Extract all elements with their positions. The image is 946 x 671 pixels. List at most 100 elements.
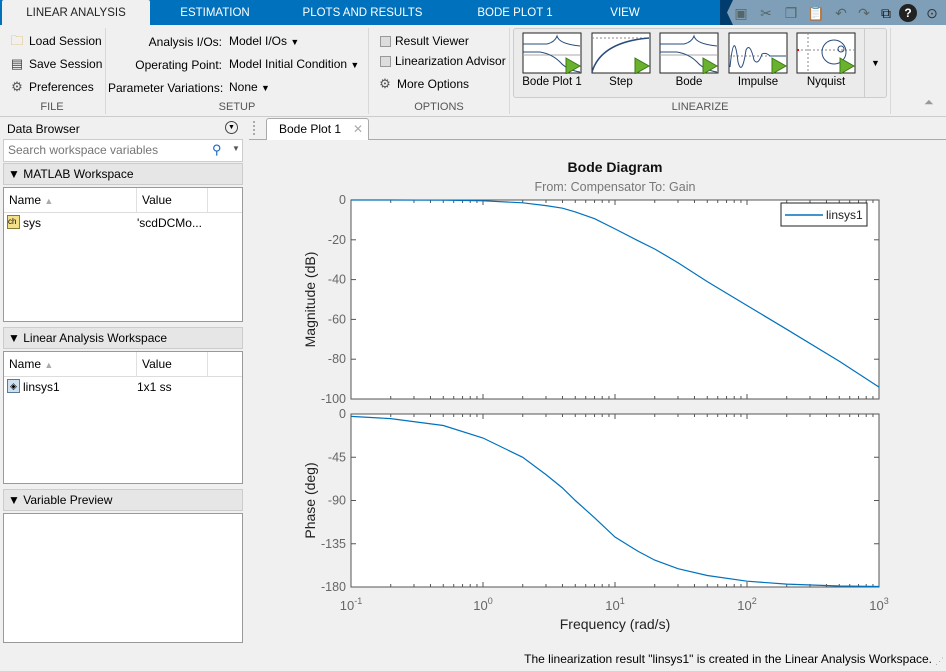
parameter-variations-dropdown[interactable]: None ▼ — [229, 80, 270, 94]
phase-ytick-label: 0 — [339, 407, 346, 421]
menu-icon[interactable]: ⊙ — [923, 4, 941, 22]
matlab-workspace-table: Name ▲ Value ch sys'scdDCMo... — [3, 187, 243, 322]
save-session-button[interactable]: ▤ Save Session — [9, 56, 103, 72]
copy-icon[interactable]: ❐ — [782, 4, 800, 22]
tab-plots-and-results[interactable]: PLOTS AND RESULTS — [290, 0, 435, 25]
tab-linear-analysis[interactable]: LINEAR ANALYSIS — [2, 0, 150, 25]
xtick-base: 10 — [869, 598, 883, 613]
xtick-exponent: 1 — [620, 596, 625, 606]
operating-point-dropdown[interactable]: Model Initial Condition ▼ — [229, 57, 359, 71]
collapse-toolstrip-icon[interactable]: ⏶ — [924, 95, 934, 110]
xtick-label: 103 — [869, 596, 888, 613]
search-field[interactable]: ⚲ ▼ — [3, 139, 243, 162]
variable-preview-title: Variable Preview — [23, 493, 113, 507]
window-icon[interactable]: ⧉ — [877, 4, 895, 22]
gallery-label: Step — [609, 76, 633, 88]
data-browser-title: Data Browser — [7, 122, 80, 136]
gallery-label: Impulse — [737, 76, 779, 88]
tab-bode-plot-1[interactable]: BODE PLOT 1 — [460, 0, 570, 25]
xtick-base: 10 — [737, 598, 751, 613]
sort-asc-icon: ▲ — [44, 196, 54, 206]
column-header-value[interactable]: Value — [137, 188, 208, 213]
chevron-down-icon: ▼ — [261, 83, 270, 93]
gallery-nyquist[interactable]: Nyquist — [794, 32, 858, 96]
matlab-workspace-title: MATLAB Workspace — [23, 167, 134, 181]
search-input[interactable] — [4, 140, 204, 160]
gallery-bode-plot-1[interactable]: Bode Plot 1 — [520, 32, 584, 96]
gallery-label: Bode Plot 1 — [522, 76, 582, 88]
xtick-label: 10-1 — [340, 596, 362, 613]
table-row[interactable]: ◈ linsys1 1x1 ss — [4, 377, 242, 397]
linearization-advisor-checkbox[interactable]: Linearization Advisor — [380, 54, 506, 68]
search-icon[interactable]: ⚲ — [212, 142, 222, 158]
chevron-down-icon[interactable]: ▼ — [232, 144, 240, 153]
linear-analysis-workspace-header[interactable]: ▼ Linear Analysis Workspace — [3, 327, 243, 349]
chart-title: Bode Diagram — [568, 159, 663, 175]
xtick-exponent: 3 — [884, 596, 889, 606]
undo-icon[interactable]: ↶ — [832, 4, 850, 22]
matlab-workspace-header[interactable]: ▼ MATLAB Workspace — [3, 163, 243, 185]
sort-asc-icon: ▲ — [44, 360, 54, 370]
cut-icon[interactable]: ✂ — [757, 4, 775, 22]
xtick-exponent: 0 — [488, 596, 493, 606]
gallery-impulse[interactable]: Impulse — [726, 32, 790, 96]
step-thumbnail-icon — [591, 32, 651, 74]
parameter-variations-value: None — [229, 80, 258, 94]
operating-point-label: Operating Point: — [135, 58, 222, 72]
more-options-button[interactable]: ⚙ More Options — [377, 76, 469, 92]
analysis-ios-dropdown[interactable]: Model I/Os ▼ — [229, 34, 299, 48]
load-session-label: Load Session — [29, 34, 102, 48]
status-message: The linearization result "linsys1" is cr… — [524, 652, 932, 666]
toolstrip: 🗀 Load Session ▤ Save Session ⚙ Preferences… — [0, 25, 946, 117]
section-linearize: LINEARIZE — [671, 101, 729, 113]
tab-estimation[interactable]: ESTIMATION — [160, 0, 270, 25]
column-header-name[interactable]: Name ▲ — [4, 352, 137, 377]
folder-icon: 🗀 — [10, 33, 24, 48]
data-browser-menu-icon[interactable]: ▼ — [225, 121, 238, 134]
xtick-label: 101 — [605, 596, 624, 613]
variable-value: 'scdDCMo... — [137, 216, 202, 230]
column-header-name[interactable]: Name ▲ — [4, 188, 137, 213]
linear-analysis-workspace-title: Linear Analysis Workspace — [23, 331, 168, 345]
analysis-ios-value: Model I/Os — [229, 34, 288, 48]
nyquist-thumbnail-icon — [796, 32, 856, 74]
load-session-button[interactable]: 🗀 Load Session — [9, 33, 102, 49]
linear-analysis-workspace-table: Name ▲ Value ◈ linsys1 1x1 ss — [3, 351, 243, 484]
variable-preview-area — [3, 513, 243, 643]
table-row[interactable]: ch sys 'scdDCMo... — [4, 213, 242, 233]
xtick-base: 10 — [340, 598, 354, 613]
tab-bode-plot-1-document[interactable]: Bode Plot 1 ✕ — [266, 118, 369, 140]
bode-thumbnail-icon — [522, 32, 582, 74]
legend-label-linsys1: linsys1 — [826, 208, 863, 222]
magnitude-ytick-label: -20 — [328, 233, 346, 247]
checkbox-icon — [380, 35, 391, 47]
gallery-step[interactable]: Step — [589, 32, 653, 96]
section-options: OPTIONS — [414, 101, 464, 113]
gallery-expand-button[interactable]: ▼ — [864, 29, 886, 97]
drag-handle[interactable] — [253, 121, 258, 135]
gallery-bode[interactable]: Bode — [657, 32, 721, 96]
save-icon[interactable]: ▣ — [732, 4, 750, 22]
phase-ytick-label: -90 — [328, 494, 346, 508]
close-icon[interactable]: ✕ — [353, 119, 363, 140]
help-icon[interactable]: ? — [899, 4, 917, 22]
tab-view[interactable]: VIEW — [590, 0, 660, 25]
redo-icon[interactable]: ↷ — [855, 4, 873, 22]
status-bar: The linearization result "linsys1" is cr… — [0, 648, 946, 671]
linearization-advisor-label: Linearization Advisor — [395, 54, 506, 68]
variable-preview-header[interactable]: ▼ Variable Preview — [3, 489, 243, 511]
xtick-exponent: -1 — [354, 596, 362, 606]
paste-icon[interactable]: 📋 — [807, 4, 825, 22]
result-viewer-checkbox[interactable]: Result Viewer — [380, 34, 469, 48]
divider — [890, 28, 891, 114]
column-header-value[interactable]: Value — [137, 352, 208, 377]
resize-grip-icon[interactable]: ⋰ — [935, 656, 944, 667]
phase-axes — [350, 413, 880, 588]
operating-point-value: Model Initial Condition — [229, 57, 348, 71]
collapse-triangle-icon: ▼ — [8, 167, 20, 181]
char-variable-icon: ch — [7, 215, 20, 229]
state-space-model-icon: ◈ — [7, 379, 20, 393]
column-name-label: Name — [9, 193, 42, 207]
phase-ytick-label: -180 — [321, 580, 346, 594]
preferences-button[interactable]: ⚙ Preferences — [9, 79, 94, 95]
